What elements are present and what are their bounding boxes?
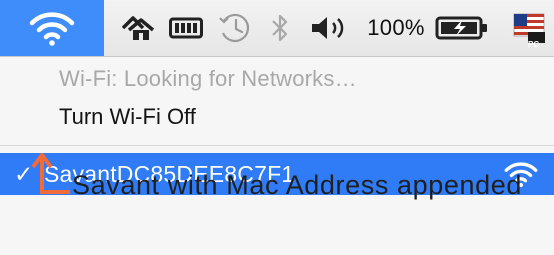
battery-charging-icon <box>435 16 487 40</box>
battery-menu-extra[interactable] <box>432 0 494 56</box>
volume-menu-extra[interactable] <box>306 0 358 56</box>
wifi-dropdown-menu: Wi-Fi: Looking for Networks… Turn Wi-Fi … <box>0 57 554 255</box>
home-sharing-icon <box>121 16 155 40</box>
time-machine-menu-extra[interactable] <box>214 0 256 56</box>
turn-wifi-off-item[interactable]: Turn Wi-Fi Off <box>0 97 554 137</box>
menu-bar: 100% PC <box>0 0 554 57</box>
input-source-label: PC <box>528 40 540 49</box>
input-source-menu-extra[interactable]: PC <box>508 0 550 56</box>
turn-wifi-off-label: Turn Wi-Fi Off <box>59 104 196 129</box>
menu-separator <box>0 145 554 146</box>
volume-icon <box>312 17 344 39</box>
time-machine-icon <box>219 13 250 43</box>
battery-percent[interactable]: 100% <box>364 0 428 56</box>
wifi-icon <box>29 12 75 46</box>
annotation-arrow-icon <box>31 153 70 195</box>
home-sharing-menu-extra[interactable] <box>116 0 156 56</box>
annotation-text: Savant with Mac Address appended <box>72 170 522 200</box>
wifi-menu-extra[interactable] <box>0 0 104 56</box>
bluetooth-icon <box>272 14 288 42</box>
battery-percent-label: 100% <box>367 15 425 40</box>
wifi-status-item: Wi-Fi: Looking for Networks… <box>0 60 554 98</box>
card-menu-extra[interactable] <box>166 0 206 56</box>
wifi-status-label: Wi-Fi: Looking for Networks… <box>59 66 357 91</box>
bluetooth-menu-extra[interactable] <box>262 0 298 56</box>
battery-card-icon <box>169 17 203 39</box>
